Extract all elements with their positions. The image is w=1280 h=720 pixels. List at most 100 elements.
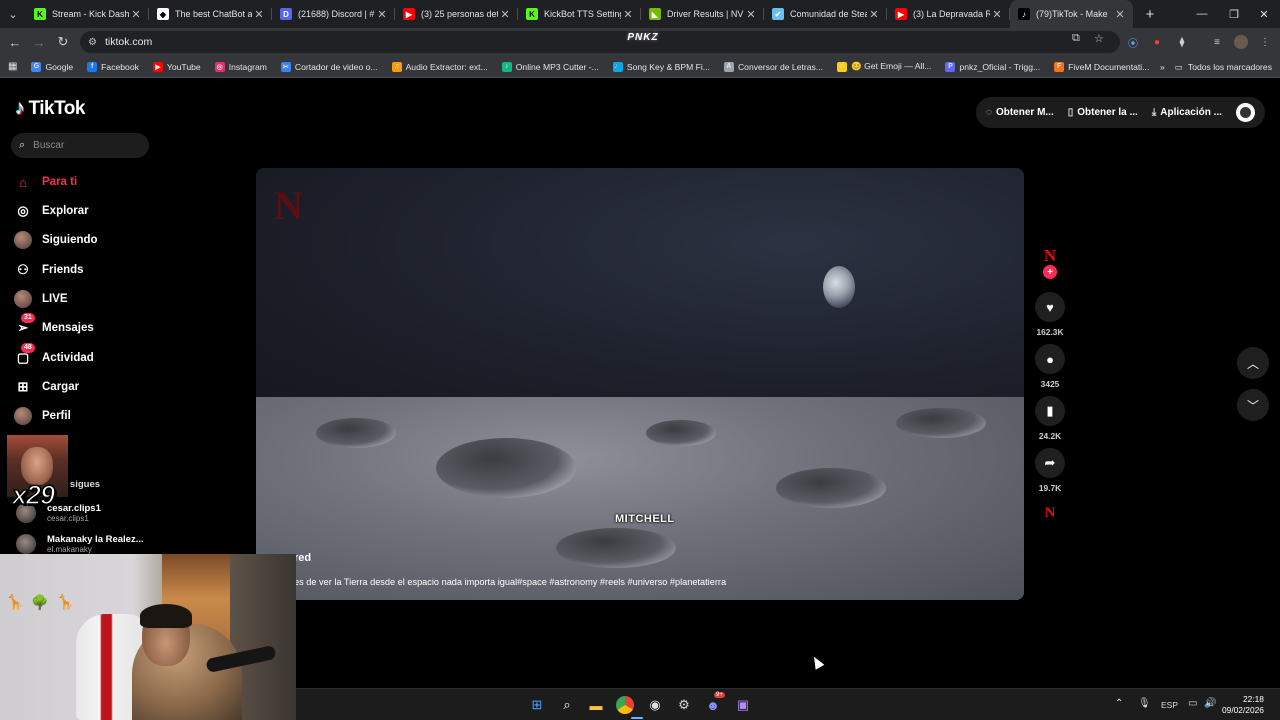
bookmark-item[interactable]: A Conversor de Letras... [723, 61, 823, 72]
next-video-button[interactable]: ﹀ [1237, 389, 1269, 421]
volume-icon[interactable]: 🔊 [1204, 698, 1216, 709]
browser-tab[interactable]: D (21688) Discord | #💬✕ [272, 0, 395, 28]
forward-icon[interactable]: → [27, 30, 51, 54]
start-icon[interactable]: ⊞ [528, 696, 546, 714]
extensions-puzzle-icon[interactable]: ⧫ [1175, 35, 1189, 49]
browser-tab[interactable]: ♪ (79)TikTok - Make ✕ [1010, 0, 1133, 28]
bookmark-item[interactable]: G Google [31, 61, 73, 72]
share-icon[interactable]: ➦ [1035, 448, 1065, 478]
close-tab-icon[interactable]: ✕ [252, 8, 266, 21]
close-window-icon[interactable]: ✕ [1248, 0, 1280, 28]
sidebar-item-actividad[interactable]: ▢ 48 Actividad [14, 343, 94, 369]
sidebar-item-cargar[interactable]: ⊞ Cargar [14, 376, 80, 398]
bookmark-item[interactable]: Ppnkz_Oficial - Trigg... [945, 61, 1040, 72]
obs-icon[interactable]: ◉ [646, 696, 664, 714]
extension-icon[interactable]: ● [1150, 35, 1164, 49]
new-tab-button[interactable]: + [1139, 6, 1161, 23]
site-info-icon[interactable]: ⚙ [88, 37, 97, 48]
close-tab-icon[interactable]: ✕ [1113, 8, 1127, 21]
like-action[interactable]: ♥ 162.3K [1035, 292, 1065, 337]
search-input[interactable]: ⌕ Buscar [11, 133, 149, 158]
get-coins-button[interactable]: ◌ Obtener M... [986, 107, 1054, 118]
sidebar-item-siguiendo[interactable]: Siguiendo [14, 229, 98, 251]
sidebar-item-para-ti[interactable]: ⌂ Para ti [14, 171, 77, 193]
comment-icon[interactable]: ● [1035, 344, 1065, 374]
bookmark-item[interactable]: ◎ Instagram [214, 61, 267, 72]
sidebar-item-live[interactable]: LIVE [14, 288, 68, 310]
close-tab-icon[interactable]: ✕ [621, 8, 635, 21]
back-icon[interactable]: ← [3, 30, 27, 54]
install-app-icon[interactable]: ⧉ [1072, 32, 1080, 45]
bookmark-item[interactable]: ♫ Audio Extractor: ext... [391, 61, 488, 72]
share-action[interactable]: ➦ 19.7K [1035, 448, 1065, 493]
bookmark-item[interactable]: ☺ 😊 Get Emoji — All... [836, 61, 931, 72]
close-tab-icon[interactable]: ✕ [867, 8, 881, 21]
system-clock[interactable]: 22:18 09/02/2026 [1222, 694, 1264, 716]
file-explorer-icon[interactable]: ▬ [587, 696, 605, 714]
chrome-icon[interactable] [616, 696, 634, 714]
profile-avatar-icon[interactable] [1234, 35, 1248, 49]
bookmark-item[interactable]: f Facebook [87, 61, 139, 72]
music-disc[interactable]: N [1039, 502, 1061, 524]
get-app-button[interactable]: ▯ Obtener la ... [1068, 107, 1138, 118]
close-tab-icon[interactable]: ✕ [744, 8, 758, 21]
browser-tab[interactable]: ✔ Comunidad de Steam✕ [764, 0, 887, 28]
search-icon[interactable]: ⌕ [558, 696, 576, 714]
chevron-down-icon: ﹀ [1246, 398, 1259, 413]
chevron-right-icon[interactable]: » [1160, 62, 1165, 72]
video-player[interactable]: N MITCHELL red es de ver la Tierra desde… [256, 168, 1024, 600]
bookmark-icon[interactable]: ▮ [1035, 396, 1065, 426]
close-tab-icon[interactable]: ✕ [375, 8, 389, 21]
desktop-app-button[interactable]: ⤓ Aplicación ... [1152, 107, 1222, 118]
browser-tab[interactable]: ◆ The best ChatBot and✕ [149, 0, 272, 28]
like-count: 162.3K [1036, 327, 1064, 337]
all-bookmarks-folder[interactable]: » ▭ Todos los marcadores [1160, 56, 1272, 78]
bookmark-item[interactable]: ▶ YouTube [152, 61, 201, 72]
microphone-icon[interactable]: 🎙 [1138, 698, 1151, 709]
extension-icon[interactable]: ⦿ [1126, 35, 1140, 50]
browser-tab[interactable]: K Stream - Kick Dashbo✕ [26, 0, 149, 28]
apps-grid-icon[interactable]: ▦ [8, 61, 17, 72]
menu-dots-icon[interactable]: ⋮ [1258, 35, 1272, 49]
app-icon[interactable]: ▣ [734, 696, 752, 714]
video-author-name[interactable]: red [294, 552, 311, 564]
address-bar[interactable]: ⚙ tiktok.com [80, 31, 1120, 53]
discord-icon[interactable]: ☻ [704, 696, 722, 714]
reload-icon[interactable]: ↻ [51, 30, 75, 54]
network-icon[interactable]: ▭ [1188, 698, 1197, 709]
minimize-icon[interactable]: — [1186, 0, 1218, 28]
bookmark-item[interactable]: ♪ Online MP3 Cutter -... [501, 61, 599, 72]
comment-action[interactable]: ● 3425 [1035, 344, 1065, 389]
browser-tab[interactable]: ▶ (3) La Depravada RED✕ [887, 0, 1010, 28]
heart-icon[interactable]: ♥ [1035, 292, 1065, 322]
media-control-icon[interactable]: ≡ [1210, 35, 1224, 49]
follow-plus-button[interactable]: + [1043, 265, 1057, 279]
following-account[interactable]: Makanaky la Realez... el.makanaky [16, 534, 144, 554]
sidebar-item-explorar[interactable]: ◎ Explorar [14, 200, 88, 222]
tab-search-chevron-icon[interactable]: ⌄ [0, 0, 26, 28]
bookmark-item[interactable]: ✂ Cortador de video o... [280, 61, 378, 72]
sidebar-item-perfil[interactable]: Perfil [14, 405, 71, 427]
bookmark-star-icon[interactable]: ☆ [1094, 32, 1104, 45]
close-tab-icon[interactable]: ✕ [129, 8, 143, 21]
tab-title: Driver Results | NVIDI [667, 9, 744, 19]
browser-tab[interactable]: ▶ (3) 25 personas deten✕ [395, 0, 518, 28]
close-tab-icon[interactable]: ✕ [990, 8, 1004, 21]
previous-video-button[interactable]: ︿ [1237, 347, 1269, 379]
tiktok-logo[interactable]: ♪ TikTok [15, 97, 85, 120]
profile-avatar[interactable] [1236, 103, 1255, 122]
following-avatar-icon [14, 231, 32, 249]
bookmark-item[interactable]: F FiveM Documentati... [1054, 61, 1149, 72]
input-language[interactable]: ESP [1161, 700, 1178, 710]
tray-chevron-up-icon[interactable]: ⌃ [1115, 698, 1123, 709]
sidebar-item-mensajes[interactable]: ➢ 31 Mensajes [14, 313, 94, 339]
share-count: 19.7K [1038, 483, 1062, 493]
sidebar-item-friends[interactable]: ⚇ Friends [14, 259, 83, 281]
restore-icon[interactable]: ❐ [1218, 0, 1250, 28]
close-tab-icon[interactable]: ✕ [498, 8, 512, 21]
steam-icon[interactable]: ⚙ [675, 696, 693, 714]
browser-tab[interactable]: ◣ Driver Results | NVIDI✕ [641, 0, 764, 28]
browser-tab[interactable]: K KickBot TTS Settings ✕ [518, 0, 641, 28]
bookmark-item[interactable]: ♩ Song Key & BPM Fi... [612, 61, 710, 72]
save-action[interactable]: ▮ 24.2K [1035, 396, 1065, 441]
